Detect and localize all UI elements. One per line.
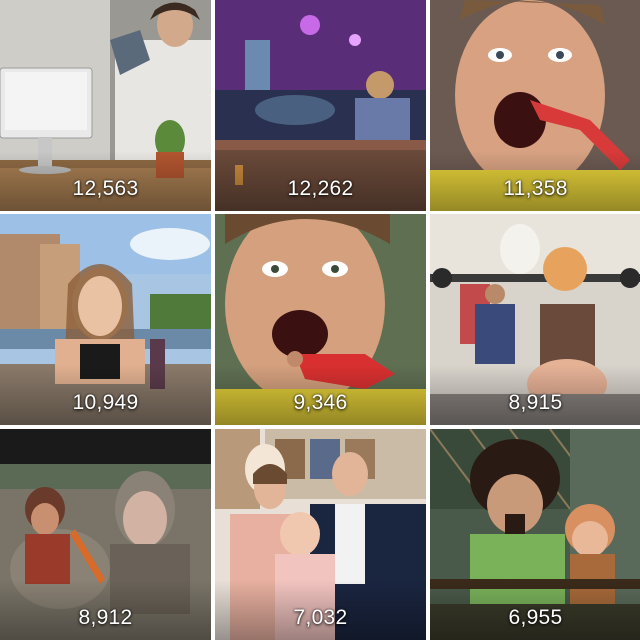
like-count: 8,912 (78, 606, 133, 629)
grid-tile-8[interactable]: 7,032 (215, 429, 426, 640)
grid-tile-5[interactable]: 9,346 (215, 214, 426, 425)
grid-tile-7[interactable]: 8,912 (0, 429, 211, 640)
grid-tile-4[interactable]: 10,949 (0, 214, 211, 425)
grid-tile-2[interactable]: 12,262 (215, 0, 426, 211)
like-count: 9,346 (293, 391, 348, 414)
like-count: 11,358 (503, 177, 568, 200)
grid-tile-6[interactable]: 8,915 (430, 214, 640, 425)
grid-tile-1[interactable]: 12,563 (0, 0, 211, 211)
like-count: 6,955 (508, 606, 563, 629)
grid-tile-3[interactable]: 11,358 (430, 0, 640, 211)
like-count: 12,563 (72, 177, 139, 200)
like-count: 7,032 (293, 606, 348, 629)
like-count: 10,949 (72, 391, 139, 414)
like-count: 8,915 (508, 391, 563, 414)
like-count: 12,262 (287, 177, 354, 200)
grid-tile-9[interactable]: 6,955 (430, 429, 640, 640)
photo-grid: 12,563 12,262 11,358 10,949 9,346 8,915 … (0, 0, 640, 640)
